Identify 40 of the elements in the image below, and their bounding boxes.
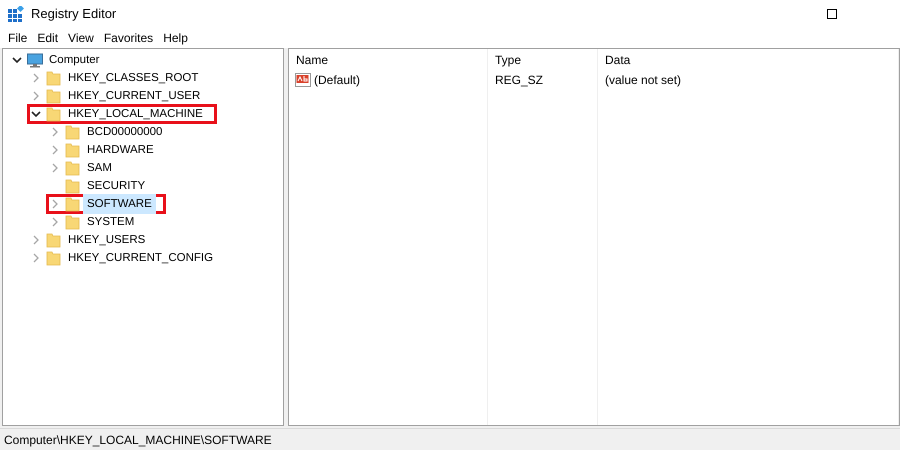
menu-item[interactable]: Help xyxy=(158,29,193,47)
tree-item[interactable]: BCD00000000 xyxy=(83,122,166,142)
folder-icon xyxy=(65,160,81,176)
tree-item[interactable]: HARDWARE xyxy=(83,140,158,160)
maximize-button[interactable] xyxy=(827,9,837,19)
column-header[interactable]: Name xyxy=(296,51,328,69)
registry-icon xyxy=(8,6,24,22)
tree-item[interactable]: HKEY_CURRENT_USER xyxy=(64,86,204,106)
menu-item[interactable]: View xyxy=(63,29,99,47)
folder-icon xyxy=(46,232,62,248)
tree-item[interactable]: SAM xyxy=(83,158,116,178)
folder-icon xyxy=(65,214,81,230)
string-value-icon xyxy=(295,73,311,87)
tree-item[interactable]: HKEY_LOCAL_MACHINE xyxy=(64,104,207,124)
table-cell-text: (value not set) xyxy=(605,72,682,89)
folder-icon xyxy=(46,106,62,122)
folder-icon xyxy=(65,124,81,140)
column-header[interactable]: Type xyxy=(495,51,522,69)
folder-icon xyxy=(65,142,81,158)
menu-item[interactable]: File xyxy=(3,29,32,47)
status-path: Computer\HKEY_LOCAL_MACHINE\SOFTWARE xyxy=(4,432,272,448)
folder-icon xyxy=(46,70,62,86)
folder-icon xyxy=(65,196,81,212)
window-title: Registry Editor xyxy=(31,5,116,24)
computer-icon xyxy=(27,52,43,68)
tree-item[interactable]: Computer xyxy=(45,50,104,70)
folder-icon xyxy=(65,178,81,194)
menu-item[interactable]: Favorites xyxy=(98,29,158,47)
tree-item[interactable]: HKEY_USERS xyxy=(64,230,150,250)
menu-item[interactable]: Edit xyxy=(32,29,64,47)
tree-item[interactable]: SYSTEM xyxy=(83,212,138,232)
tree-item[interactable]: HKEY_CLASSES_ROOT xyxy=(64,68,202,88)
table-cell-text: (Default) xyxy=(314,72,360,89)
folder-icon xyxy=(46,250,62,266)
tree-item[interactable]: SECURITY xyxy=(83,176,150,196)
tree-item[interactable]: HKEY_CURRENT_CONFIG xyxy=(64,248,218,268)
tree-item[interactable]: SOFTWARE xyxy=(83,194,156,214)
column-header[interactable]: Data xyxy=(605,51,630,69)
table-cell-text: REG_SZ xyxy=(495,72,544,89)
folder-icon xyxy=(46,88,62,104)
